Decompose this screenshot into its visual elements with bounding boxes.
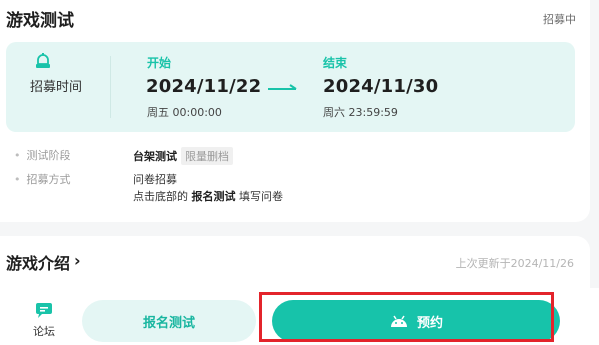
recruit-method-row: 招募方式 问卷招募 点击底部的 报名测试 填写问卷 [0,171,590,205]
divider [110,56,111,118]
beta-bell-icon [36,53,50,68]
forum-label: 论坛 [33,325,55,338]
method-line2-bold: 报名测试 [191,190,236,203]
last-updated-text: 上次更新于2024/11/26 [455,257,574,270]
end-label: 结束 [323,56,348,70]
reserve-label: 预约 [416,315,443,331]
recruit-method-line1: 问卷招募 [133,173,177,186]
start-date: 2024/11/22 [146,76,262,97]
signup-test-button[interactable]: 报名测试 [82,300,256,342]
method-line2-prefix: 点击底部的 [133,190,188,203]
recruit-method-label: 招募方式 [14,171,71,187]
game-intro-title[interactable]: 游戏介绍 [6,250,70,274]
test-stage-value: 台架测试 [133,150,177,163]
recruit-status-badge: 招募中 [543,13,576,26]
section-title-game-test: 游戏测试 [6,11,74,31]
method-line2-suffix: 填写问卷 [239,190,283,203]
end-time: 周六 23:59:59 [323,106,398,119]
game-test-card: 游戏测试 招募中 招募时间 开始 2024/11/22 周五 00:00:00 … [0,0,590,222]
start-time: 周五 00:00:00 [147,106,222,119]
end-date: 2024/11/30 [323,76,439,97]
arrow-right-icon [268,84,297,90]
test-stage-row: 测试阶段 台架测试限量删档 [0,147,590,165]
test-stage-label: 测试阶段 [14,147,71,163]
start-label: 开始 [147,56,172,70]
recruit-method-line2: 点击底部的 报名测试 填写问卷 [133,188,283,204]
recruit-time-label: 招募时间 [30,80,83,95]
signup-test-label: 报名测试 [142,315,195,331]
test-stage-value-wrap: 台架测试 限量删档 [133,147,233,165]
forum-button[interactable]: 论坛 [28,302,60,339]
android-icon [390,315,407,327]
bottom-action-bar: 论坛 报名测试 预约 [0,288,599,345]
chevron-right-icon[interactable]: › [74,251,81,270]
forum-chat-icon [36,303,52,318]
reserve-button[interactable]: 预约 [272,300,560,342]
test-stage-tag: 限量删档 [181,147,233,165]
recruit-time-box: 招募时间 开始 2024/11/22 周五 00:00:00 结束 2024/1… [6,42,575,132]
